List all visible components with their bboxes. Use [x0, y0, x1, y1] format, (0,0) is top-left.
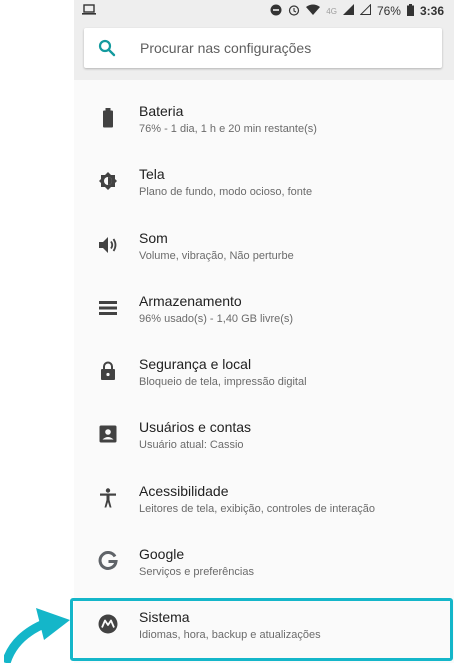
- settings-screen: 4G 76% 3:36 Procurar nas configurações B…: [74, 0, 454, 663]
- settings-item-google[interactable]: Google Serviços e preferências: [74, 539, 454, 602]
- settings-item-subtitle: Usuário atual: Cassio: [139, 439, 244, 452]
- lock-icon: [97, 360, 119, 382]
- settings-item-armazenamento[interactable]: Armazenamento 96% usado(s) - 1,40 GB liv…: [74, 286, 454, 349]
- battery-percent: 76%: [376, 4, 401, 18]
- google-icon: [97, 550, 119, 572]
- signal-icon: [342, 4, 354, 18]
- search-input[interactable]: Procurar nas configurações: [84, 28, 442, 68]
- settings-list: Bateria 76% - 1 dia, 1 h e 20 min restan…: [74, 80, 454, 663]
- settings-item-subtitle: Volume, vibração, Não perturbe: [139, 249, 294, 262]
- settings-item-title: Segurança e local: [139, 356, 252, 373]
- settings-item-subtitle: 96% usado(s) - 1,40 GB livre(s): [139, 312, 294, 325]
- volume-icon: [97, 234, 119, 256]
- settings-item-subtitle: Leitores de tela, exibição, controles de…: [139, 502, 376, 515]
- battery-status-icon: [406, 3, 414, 19]
- pointer-arrow-icon: [4, 608, 70, 663]
- search-area: Procurar nas configurações: [74, 22, 454, 80]
- battery-icon: [97, 107, 119, 129]
- signal-empty-icon: [359, 3, 371, 18]
- alarm-icon: [288, 4, 300, 19]
- brightness-icon: [97, 170, 119, 192]
- settings-item-subtitle: Bloqueio de tela, impressão digital: [139, 376, 307, 389]
- account-icon: [97, 423, 119, 445]
- storage-icon: [97, 297, 119, 319]
- settings-item-subtitle: Serviços e preferências: [139, 566, 254, 579]
- settings-item-subtitle: Plano de fundo, modo ocioso, fonte: [139, 186, 313, 199]
- settings-item-som[interactable]: Som Volume, vibração, Não perturbe: [74, 223, 454, 286]
- settings-item-subtitle: 76% - 1 dia, 1 h e 20 min restante(s): [139, 123, 317, 135]
- network-type: 4G: [326, 6, 337, 16]
- settings-item-title: Google: [139, 546, 185, 563]
- settings-item-tela[interactable]: Tela Plano de fundo, modo ocioso, fonte: [74, 159, 454, 222]
- settings-item-bateria[interactable]: Bateria 76% - 1 dia, 1 h e 20 min restan…: [74, 96, 454, 159]
- settings-item-usuarios-e-contas[interactable]: Usuários e contas Usuário atual: Cassio: [74, 412, 454, 475]
- settings-item-title: Bateria: [139, 103, 184, 119]
- status-bar: 4G 76% 3:36: [74, 0, 454, 22]
- clock: 3:36: [419, 4, 444, 18]
- search-icon: [98, 39, 120, 57]
- do-not-disturb-icon: [270, 4, 282, 19]
- settings-item-title: Usuários e contas: [139, 419, 252, 436]
- wifi-icon: [306, 4, 321, 18]
- search-placeholder: Procurar nas configurações: [140, 40, 312, 56]
- accessibility-icon: [97, 487, 119, 509]
- settings-item-seguranca-e-local[interactable]: Segurança e local Bloqueio de tela, impr…: [74, 349, 454, 412]
- settings-item-title: Armazenamento: [139, 292, 242, 309]
- settings-item-acessibilidade[interactable]: Acessibilidade Leitores de tela, exibiçã…: [74, 476, 454, 539]
- settings-item-title: Som: [139, 229, 168, 246]
- laptop-icon: [82, 3, 96, 19]
- settings-item-title: Tela: [139, 166, 165, 183]
- highlight-box: [70, 598, 453, 661]
- settings-item-title: Acessibilidade: [139, 482, 229, 499]
